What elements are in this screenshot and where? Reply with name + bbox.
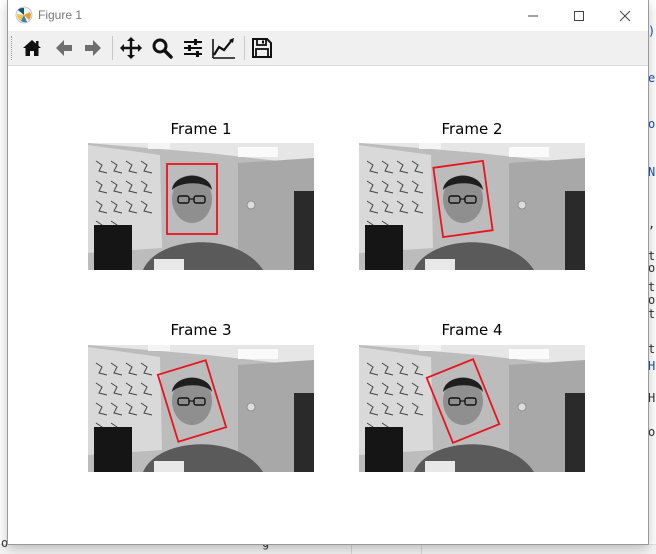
frame-scene — [359, 345, 585, 472]
doorway — [294, 191, 314, 270]
subplot-title: Frame 2 — [441, 120, 503, 138]
background-char: o — [648, 261, 656, 275]
wall-clock — [246, 402, 256, 412]
matplotlib-app-icon — [15, 6, 33, 24]
background-char: o — [648, 425, 656, 439]
navigation-toolbar — [8, 31, 648, 66]
doorway — [565, 191, 585, 270]
back-icon — [56, 40, 72, 56]
close-button[interactable] — [602, 0, 648, 31]
foreground-mug — [365, 427, 403, 472]
maximize-button[interactable] — [556, 0, 602, 31]
background-char: t — [648, 307, 656, 321]
frame-scene — [88, 345, 314, 472]
ceiling-light — [509, 349, 549, 359]
frame-image — [88, 143, 314, 270]
foreground-mug — [365, 225, 403, 270]
frame-image — [88, 345, 314, 472]
customize-button[interactable] — [210, 34, 238, 62]
pan-button[interactable] — [117, 34, 145, 62]
toolbar-grip[interactable] — [11, 36, 15, 60]
coffee-cup — [425, 461, 455, 472]
foreground-mug — [94, 427, 132, 472]
wall-clock — [517, 200, 527, 210]
minimize-icon — [528, 15, 538, 16]
frame-image — [359, 345, 585, 472]
ceiling-light — [148, 345, 170, 351]
toolbar-separator — [244, 36, 245, 60]
pan-icon — [120, 37, 142, 59]
background-code-strip: ) e o N, t o t o t t H Ho — [648, 0, 656, 553]
save-button[interactable] — [248, 34, 276, 62]
ceiling-light — [419, 345, 441, 351]
forward-button[interactable] — [79, 34, 107, 62]
background-char: o — [648, 117, 656, 131]
title-bar[interactable]: Figure 1 — [8, 0, 648, 31]
background-char: H — [648, 391, 656, 405]
doorway — [294, 393, 314, 472]
doorway — [565, 393, 585, 472]
back-button[interactable] — [50, 34, 78, 62]
save-icon — [252, 38, 272, 58]
ceiling-light — [148, 143, 170, 149]
customize-icon — [212, 38, 235, 59]
coffee-cup — [425, 259, 455, 270]
forward-icon — [85, 40, 101, 56]
zoom-button[interactable] — [148, 34, 176, 62]
background-char: e — [648, 71, 656, 85]
subplot-title: Frame 4 — [441, 321, 503, 339]
subplots-button[interactable] — [179, 34, 207, 62]
maximize-icon — [574, 10, 584, 21]
minimize-button[interactable] — [510, 0, 556, 31]
figure-window[interactable]: Figure 1 Frame 1 Frame 2 Frame 3 Frame 4 — [8, 0, 648, 544]
background-char: ) — [648, 24, 656, 38]
ceiling-light — [238, 147, 278, 157]
background-char: t — [648, 342, 656, 356]
background-char: t — [648, 280, 656, 294]
subplot-title: Frame 1 — [170, 120, 232, 138]
zoom-icon — [152, 38, 173, 59]
foreground-mug — [94, 225, 132, 270]
toolbar-separator — [112, 36, 113, 60]
window-title: Figure 1 — [38, 8, 83, 22]
subplot-title: Frame 3 — [170, 321, 232, 339]
wall-clock — [517, 402, 527, 412]
background-char: N — [648, 165, 656, 179]
frame-scene — [88, 143, 314, 270]
coffee-cup — [154, 461, 184, 472]
ceiling-light — [509, 147, 549, 157]
subplots-icon — [184, 39, 202, 57]
wall-clock — [246, 200, 256, 210]
background-char: H — [648, 359, 656, 373]
close-icon — [619, 10, 631, 21]
background-char: o — [648, 293, 656, 307]
background-char: , — [648, 217, 656, 231]
frame-scene — [359, 143, 585, 270]
home-icon — [23, 40, 41, 56]
coffee-cup — [154, 259, 184, 270]
home-button[interactable] — [18, 34, 46, 62]
ceiling-light — [419, 143, 441, 149]
ceiling-light — [238, 349, 278, 359]
figure-canvas[interactable]: Frame 1 Frame 2 Frame 3 Frame 4 — [8, 66, 648, 544]
frame-image — [359, 143, 585, 270]
